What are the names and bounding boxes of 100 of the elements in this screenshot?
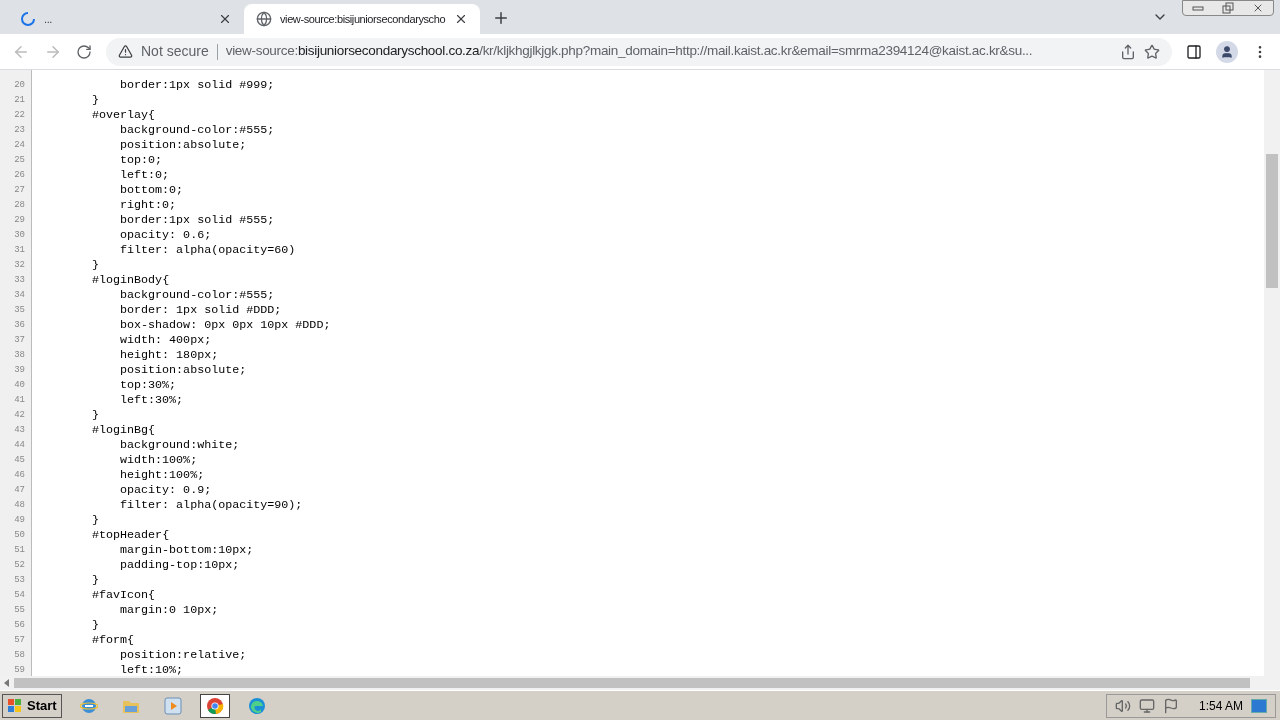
line-number: 24 bbox=[13, 139, 26, 152]
minimize-icon[interactable] bbox=[1192, 4, 1204, 12]
code-line: filter: alpha(opacity=60) bbox=[120, 243, 296, 257]
chrome-icon bbox=[205, 696, 224, 715]
line-number: 46 bbox=[13, 469, 26, 482]
address-bar[interactable]: Not secure view-source:bisijuniorsecondaryschool.co.za/kr/kljkhgjlkjgk.php?main_domain=http://mail.kaist.ac.kr&email=smrma2394124@kaist.ac.kr&su... bbox=[106, 37, 1172, 66]
play-icon bbox=[163, 696, 182, 715]
start-button[interactable]: Start bbox=[2, 693, 62, 718]
code-line: } bbox=[92, 573, 99, 587]
code-line: height: 180px; bbox=[120, 348, 219, 362]
close-icon[interactable] bbox=[1252, 2, 1264, 14]
line-number: 44 bbox=[13, 439, 26, 452]
code-line: left:0; bbox=[120, 168, 170, 182]
line-number: 47 bbox=[13, 484, 26, 497]
code-line: bottom:0; bbox=[120, 183, 184, 197]
line-number: 48 bbox=[13, 499, 26, 512]
line-number: 41 bbox=[13, 394, 26, 407]
profile-avatar[interactable] bbox=[1216, 40, 1238, 63]
code-line: #overlay{ bbox=[92, 108, 156, 122]
taskbar-app[interactable] bbox=[199, 693, 230, 718]
show-desktop-icon[interactable] bbox=[1251, 698, 1267, 713]
line-number: 27 bbox=[13, 184, 26, 197]
line-number: 58 bbox=[13, 649, 26, 662]
warning-icon bbox=[118, 44, 133, 59]
code-line: box-shadow: 0px 0px 10px #DDD; bbox=[120, 318, 331, 332]
code-line: } bbox=[92, 258, 99, 272]
windows-logo-icon bbox=[7, 697, 23, 714]
code-line: right:0; bbox=[120, 198, 177, 212]
code-line: position:absolute; bbox=[120, 138, 247, 152]
code-line: } bbox=[92, 408, 99, 422]
line-number: 23 bbox=[13, 124, 26, 137]
line-number: 59 bbox=[13, 664, 26, 676]
browser-e-icon bbox=[79, 696, 98, 715]
line-number: 53 bbox=[13, 574, 26, 587]
browser-tab[interactable]: view-source:bisijuniorsecondaryscho bbox=[244, 4, 480, 34]
code-line: #topHeader{ bbox=[92, 528, 170, 542]
line-number: 56 bbox=[13, 619, 26, 632]
line-number: 39 bbox=[13, 364, 26, 377]
reload-icon[interactable] bbox=[76, 43, 92, 60]
speaker-icon[interactable] bbox=[1114, 697, 1131, 714]
code-line: left:10%; bbox=[120, 663, 184, 676]
code-line: margin:0 10px; bbox=[120, 603, 219, 617]
flag-icon[interactable] bbox=[1162, 697, 1179, 714]
line-number: 51 bbox=[13, 544, 26, 557]
line-number: 26 bbox=[13, 169, 26, 182]
code-line: height:100%; bbox=[120, 468, 205, 482]
code-line: top:0; bbox=[120, 153, 163, 167]
bookmark-star-icon[interactable] bbox=[1144, 43, 1160, 60]
new-tab-icon[interactable] bbox=[492, 9, 510, 27]
network-icon[interactable] bbox=[1138, 697, 1155, 714]
horizontal-scrollbar[interactable] bbox=[0, 676, 1264, 690]
close-icon[interactable] bbox=[454, 12, 468, 26]
code-line: #favIcon{ bbox=[92, 588, 156, 602]
restore-icon[interactable] bbox=[1222, 2, 1234, 14]
url-text: view-source:bisijuniorsecondaryschool.co.za/kr/kljkhgjlkjgk.php?main_domain=http://mail.kaist.ac.kr&email=smrma2394124@kaist.ac.kr&su... bbox=[225, 42, 1033, 61]
clock: 1:54 AM bbox=[1198, 697, 1243, 715]
line-number: 32 bbox=[13, 259, 26, 272]
code-line: top:30%; bbox=[120, 378, 177, 392]
line-number: 42 bbox=[13, 409, 26, 422]
code-line: position:relative; bbox=[120, 648, 247, 662]
line-number: 34 bbox=[13, 289, 26, 302]
code-line: opacity: 0.9; bbox=[120, 483, 212, 497]
code-line: margin-bottom:10px; bbox=[120, 543, 254, 557]
code-line: left:30%; bbox=[120, 393, 184, 407]
code-line: } bbox=[92, 93, 99, 107]
code-line: #form{ bbox=[92, 633, 135, 647]
line-number: 57 bbox=[13, 634, 26, 647]
code-line: width: 400px; bbox=[120, 333, 212, 347]
code-line: position:absolute; bbox=[120, 363, 247, 377]
line-number: 55 bbox=[13, 604, 26, 617]
line-number: 31 bbox=[13, 244, 26, 257]
code-line: } bbox=[92, 513, 99, 527]
line-number: 54 bbox=[13, 589, 26, 602]
code-line: border:1px solid #555; bbox=[120, 213, 275, 227]
line-number: 22 bbox=[13, 109, 26, 122]
line-number: 30 bbox=[13, 229, 26, 242]
code-line: padding-top:10px; bbox=[120, 558, 240, 572]
side-panel-icon[interactable] bbox=[1186, 43, 1202, 60]
code-line: opacity: 0.6; bbox=[120, 228, 212, 242]
browser-tab[interactable]: ... bbox=[8, 4, 244, 34]
code-line: #loginBg{ bbox=[92, 423, 156, 437]
security-label: Not secure bbox=[141, 42, 209, 61]
scroll-left-icon[interactable] bbox=[4, 679, 10, 687]
code-line: width:100%; bbox=[120, 453, 198, 467]
line-number: 25 bbox=[13, 154, 26, 167]
close-icon[interactable] bbox=[218, 12, 232, 26]
tab-title: ... bbox=[44, 11, 53, 27]
code-line: border:1px solid #999; bbox=[120, 78, 275, 92]
line-number: 38 bbox=[13, 349, 26, 362]
tab-title: view-source:bisijuniorsecondaryscho bbox=[280, 11, 446, 27]
share-icon[interactable] bbox=[1120, 43, 1136, 60]
code-line: background-color:#555; bbox=[120, 288, 275, 302]
code-line: background:white; bbox=[120, 438, 240, 452]
line-number: 35 bbox=[13, 304, 26, 317]
line-number: 36 bbox=[13, 319, 26, 332]
line-number: 33 bbox=[13, 274, 26, 287]
line-number: 21 bbox=[13, 94, 26, 107]
line-number: 37 bbox=[13, 334, 26, 347]
vertical-scrollbar[interactable] bbox=[1264, 70, 1280, 690]
edge-icon bbox=[247, 696, 266, 715]
